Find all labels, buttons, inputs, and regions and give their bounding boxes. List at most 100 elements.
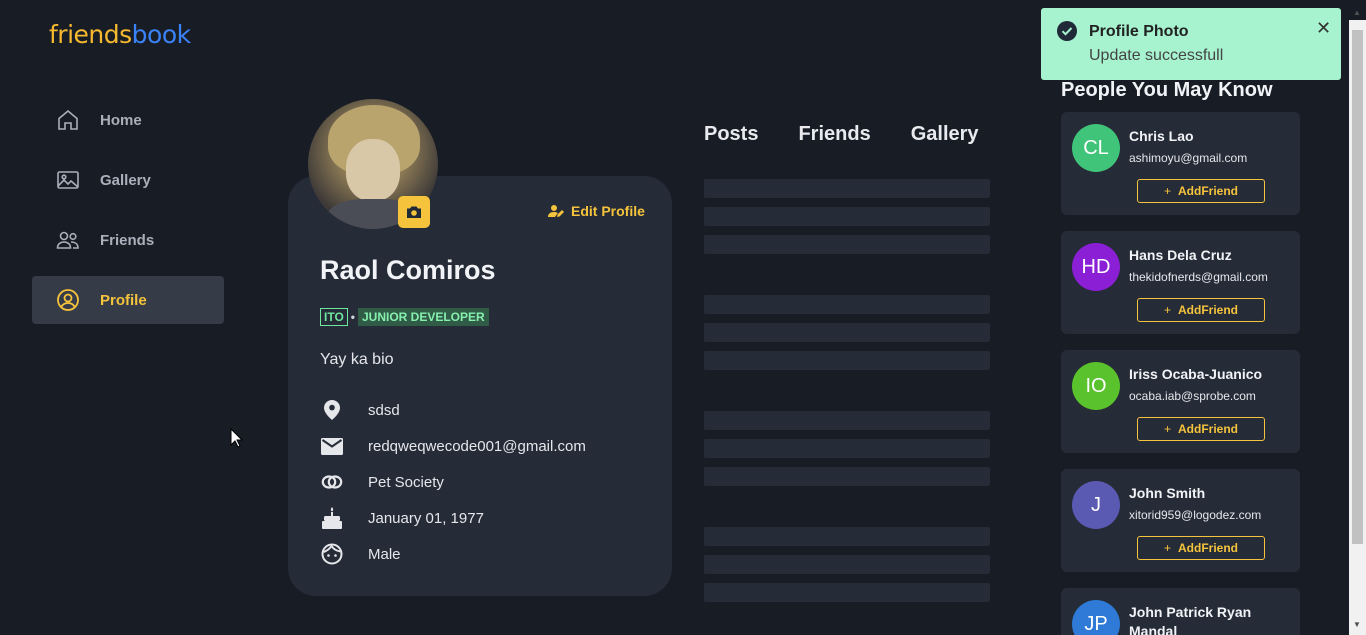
suggestion-card: JP John Patrick Ryan Mandal [1061, 588, 1300, 635]
profile-tags: ITO • JUNIOR DEVELOPER [320, 308, 489, 326]
profile-bio: Yay ka bio [320, 351, 394, 368]
mouse-cursor-icon [230, 428, 244, 448]
tab-posts[interactable]: Posts [704, 123, 758, 146]
nav-label-friends: Friends [100, 231, 155, 249]
edit-profile-button[interactable]: Edit Profile [548, 203, 645, 219]
skeleton-line [704, 439, 990, 458]
info-row-email: redqweqwecode001@gmail.com [320, 428, 586, 464]
info-location-text: sdsd [368, 401, 400, 419]
suggestion-name[interactable]: John Smith [1129, 484, 1289, 503]
image-icon [57, 171, 79, 189]
add-friend-label: AddFriend [1178, 184, 1238, 198]
nav-label-profile: Profile [100, 291, 147, 309]
tab-friends[interactable]: Friends [798, 123, 870, 146]
tag-separator: • [350, 310, 355, 324]
skeleton-line [704, 323, 990, 342]
suggestion-card: HD Hans Dela Cruz thekidofnerds@gmail.co… [1061, 231, 1300, 334]
add-friend-button[interactable]: + AddFriend [1137, 298, 1265, 322]
info-relationship-text: Pet Society [368, 473, 444, 491]
info-row-relationship: Pet Society [320, 464, 586, 500]
scrollbar-thumb[interactable] [1352, 30, 1363, 544]
camera-icon [407, 206, 421, 218]
nav-label-gallery: Gallery [100, 171, 151, 189]
department-badge: ITO [320, 308, 348, 326]
toast-title: Profile Photo [1089, 23, 1189, 40]
user-edit-icon [548, 205, 564, 217]
people-you-may-know-title: People You May Know [1061, 79, 1273, 101]
skeleton-line [704, 411, 990, 430]
skeleton-line [704, 555, 990, 574]
skeleton-line [704, 583, 990, 602]
face-icon [321, 543, 343, 565]
mail-icon [321, 437, 343, 455]
toast-message: Update successfull [1089, 47, 1224, 64]
skeleton-line [704, 207, 990, 226]
suggestion-email: xitorid959@logodez.com [1129, 508, 1262, 522]
skeleton-line [704, 527, 990, 546]
suggestion-email: ocaba.iab@sprobe.com [1129, 389, 1256, 403]
info-row-location: sdsd [320, 392, 586, 428]
suggestion-name[interactable]: John Patrick Ryan Mandal [1129, 603, 1289, 635]
skeleton-line [704, 179, 990, 198]
add-friend-label: AddFriend [1178, 541, 1238, 555]
add-friend-label: AddFriend [1178, 422, 1238, 436]
suggestion-name[interactable]: Chris Lao [1129, 127, 1289, 146]
suggestion-card: IO Iriss Ocaba-Juanico ocaba.iab@sprobe.… [1061, 350, 1300, 453]
sidebar-nav: Home Gallery Friends Profile [32, 96, 224, 336]
success-toast: Profile Photo Update successfull ✕ [1041, 8, 1341, 80]
skeleton-line [704, 351, 990, 370]
nav-item-gallery[interactable]: Gallery [32, 156, 224, 204]
avatar[interactable]: JP [1072, 600, 1120, 635]
add-friend-button[interactable]: + AddFriend [1137, 179, 1265, 203]
scroll-down-arrow-icon[interactable]: ▼ [1353, 620, 1361, 629]
suggestion-card: CL Chris Lao ashimoyu@gmail.com + AddFrie… [1061, 112, 1300, 215]
cake-icon [322, 507, 342, 529]
logo-part-book: book [131, 20, 191, 49]
check-circle-icon [1057, 21, 1077, 41]
suggestion-card: J John Smith xitorid959@logodez.com + Add… [1061, 469, 1300, 572]
profile-info-list: sdsd redqweqwecode001@gmail.com Pet Soci… [320, 392, 586, 572]
avatar[interactable]: IO [1072, 362, 1120, 410]
skeleton-line [704, 295, 990, 314]
nav-item-profile[interactable]: Profile [32, 276, 224, 324]
avatar[interactable]: J [1072, 481, 1120, 529]
add-friend-button[interactable]: + AddFriend [1137, 536, 1265, 560]
rings-icon [321, 475, 343, 489]
scroll-up-arrow-icon[interactable]: ▲ [1353, 8, 1361, 17]
plus-icon: + [1163, 541, 1171, 555]
avatar[interactable]: HD [1072, 243, 1120, 291]
plus-icon: + [1163, 422, 1171, 436]
suggestion-email: thekidofnerds@gmail.com [1129, 270, 1268, 284]
profile-tabs: Posts Friends Gallery [704, 123, 1019, 146]
suggestion-name[interactable]: Iriss Ocaba-Juanico [1129, 365, 1289, 384]
nav-label-home: Home [100, 111, 142, 129]
info-birthday-text: January 01, 1977 [368, 509, 484, 527]
add-friend-button[interactable]: + AddFriend [1137, 417, 1265, 441]
avatar-face-shape [346, 139, 400, 201]
edit-profile-label: Edit Profile [571, 203, 645, 219]
logo-part-friends: friends [49, 20, 132, 49]
avatar[interactable]: CL [1072, 124, 1120, 172]
suggestion-name[interactable]: Hans Dela Cruz [1129, 246, 1289, 265]
role-badge: JUNIOR DEVELOPER [357, 308, 489, 326]
profile-name: Raol Comiros [320, 255, 496, 285]
user-circle-icon [57, 289, 79, 311]
change-photo-button[interactable] [398, 196, 430, 228]
nav-item-home[interactable]: Home [32, 96, 224, 144]
info-email-text: redqweqwecode001@gmail.com [368, 437, 586, 455]
location-pin-icon [324, 400, 340, 420]
home-icon [58, 109, 78, 130]
info-gender-text: Male [368, 545, 401, 563]
add-friend-label: AddFriend [1178, 303, 1238, 317]
page-edge [1332, 0, 1349, 635]
nav-item-friends[interactable]: Friends [32, 216, 224, 264]
info-row-gender: Male [320, 536, 586, 572]
info-row-birthday: January 01, 1977 [320, 500, 586, 536]
users-icon [56, 231, 79, 249]
close-icon[interactable]: ✕ [1316, 18, 1331, 39]
tab-gallery[interactable]: Gallery [911, 123, 979, 146]
plus-icon: + [1163, 303, 1171, 317]
skeleton-line [704, 235, 990, 254]
plus-icon: + [1163, 184, 1171, 198]
app-logo[interactable]: friendsbook [49, 20, 191, 49]
